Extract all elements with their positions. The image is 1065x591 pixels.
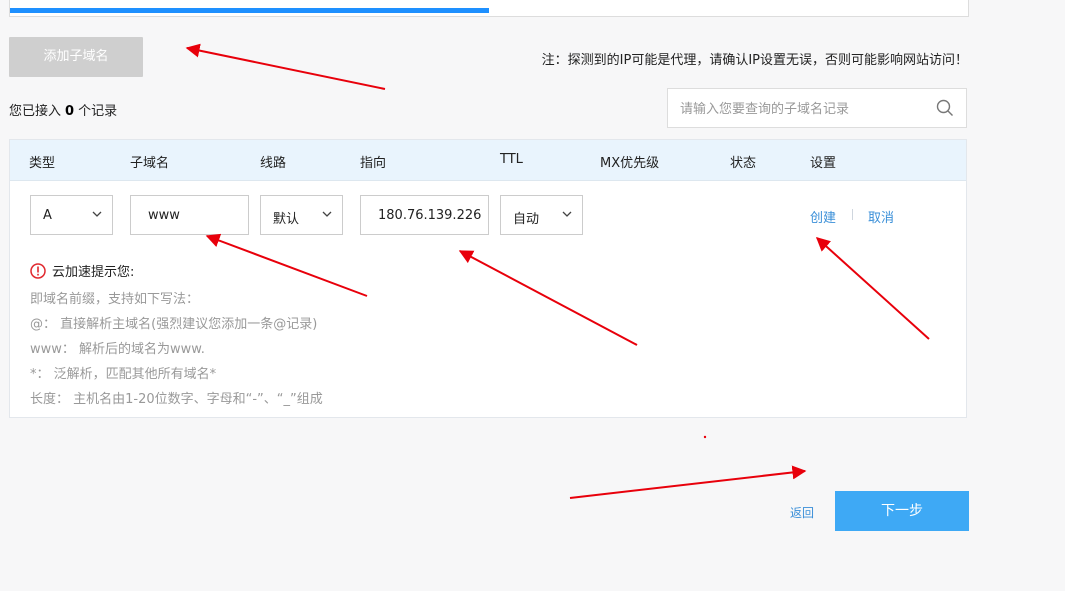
header-mx: MX优先级 xyxy=(600,156,660,171)
record-count-prefix: 您已接入 xyxy=(9,104,62,119)
back-link[interactable]: 返回 xyxy=(790,504,814,521)
type-select-value: A xyxy=(43,208,52,223)
header-line: 线路 xyxy=(260,156,287,171)
progress-panel xyxy=(9,0,969,17)
search-icon[interactable] xyxy=(936,99,954,117)
chevron-down-icon xyxy=(562,211,572,217)
header-target: 指向 xyxy=(360,156,387,171)
tip-line: 即域名前缀，支持如下写法： xyxy=(30,292,200,307)
cancel-link[interactable]: 取消 xyxy=(868,207,894,226)
proxy-notice: 注：探测到的IP可能是代理，请确认IP设置无误，否则可能影响网站访问！ xyxy=(541,53,968,68)
ttl-select[interactable]: 自动 xyxy=(500,195,583,235)
tip-title: 云加速提示您: xyxy=(30,261,134,280)
ttl-select-value: 自动 xyxy=(513,212,540,227)
chevron-down-icon xyxy=(322,211,332,217)
record-count-value: 0 xyxy=(65,104,75,119)
tip-line: @： 直接解析主域名(强烈建议您添加一条@记录) xyxy=(30,317,318,332)
header-ttl: TTL xyxy=(500,152,523,167)
header-subdomain: 子域名 xyxy=(130,156,170,171)
dns-record-table: 类型 子域名 线路 指向 TTL MX优先级 状态 设置 A www 默认 18… xyxy=(9,139,967,418)
tip-line: 长度： 主机名由1-20位数字、字母和“-”、“_”组成 xyxy=(30,392,323,407)
line-select-value: 默认 xyxy=(273,212,300,227)
header-status: 状态 xyxy=(730,156,757,171)
add-subdomain-button[interactable]: 添加子域名 xyxy=(9,37,143,77)
create-link[interactable]: 创建 xyxy=(810,207,836,226)
annotation-arrow xyxy=(569,465,807,499)
table-header: 类型 子域名 线路 指向 TTL MX优先级 状态 设置 xyxy=(10,140,966,181)
tip-line: *： 泛解析，匹配其他所有域名* xyxy=(30,367,217,382)
line-select[interactable]: 默认 xyxy=(260,195,343,235)
warning-icon xyxy=(30,262,46,279)
subdomain-input-value: www xyxy=(148,208,180,223)
annotation-dot xyxy=(703,435,707,439)
progress-bar xyxy=(10,8,489,13)
record-count-suffix: 个记录 xyxy=(78,104,118,119)
annotation-arrow xyxy=(185,43,386,90)
header-settings: 设置 xyxy=(810,156,837,171)
record-count: 您已接入 0 个记录 xyxy=(9,100,117,119)
type-select[interactable]: A xyxy=(30,195,113,235)
search-input[interactable] xyxy=(678,98,922,120)
header-type: 类型 xyxy=(29,156,56,171)
next-step-button[interactable]: 下一步 xyxy=(835,491,969,531)
subdomain-input[interactable]: www xyxy=(130,195,249,235)
target-input-value: 180.76.139.226 xyxy=(378,208,482,223)
action-separator xyxy=(852,209,853,220)
tip-line: www： 解析后的域名为www. xyxy=(30,342,205,357)
chevron-down-icon xyxy=(92,211,102,217)
search-box xyxy=(667,88,967,128)
target-input[interactable]: 180.76.139.226 xyxy=(360,195,489,235)
tip-title-text: 云加速提示您: xyxy=(52,265,135,280)
